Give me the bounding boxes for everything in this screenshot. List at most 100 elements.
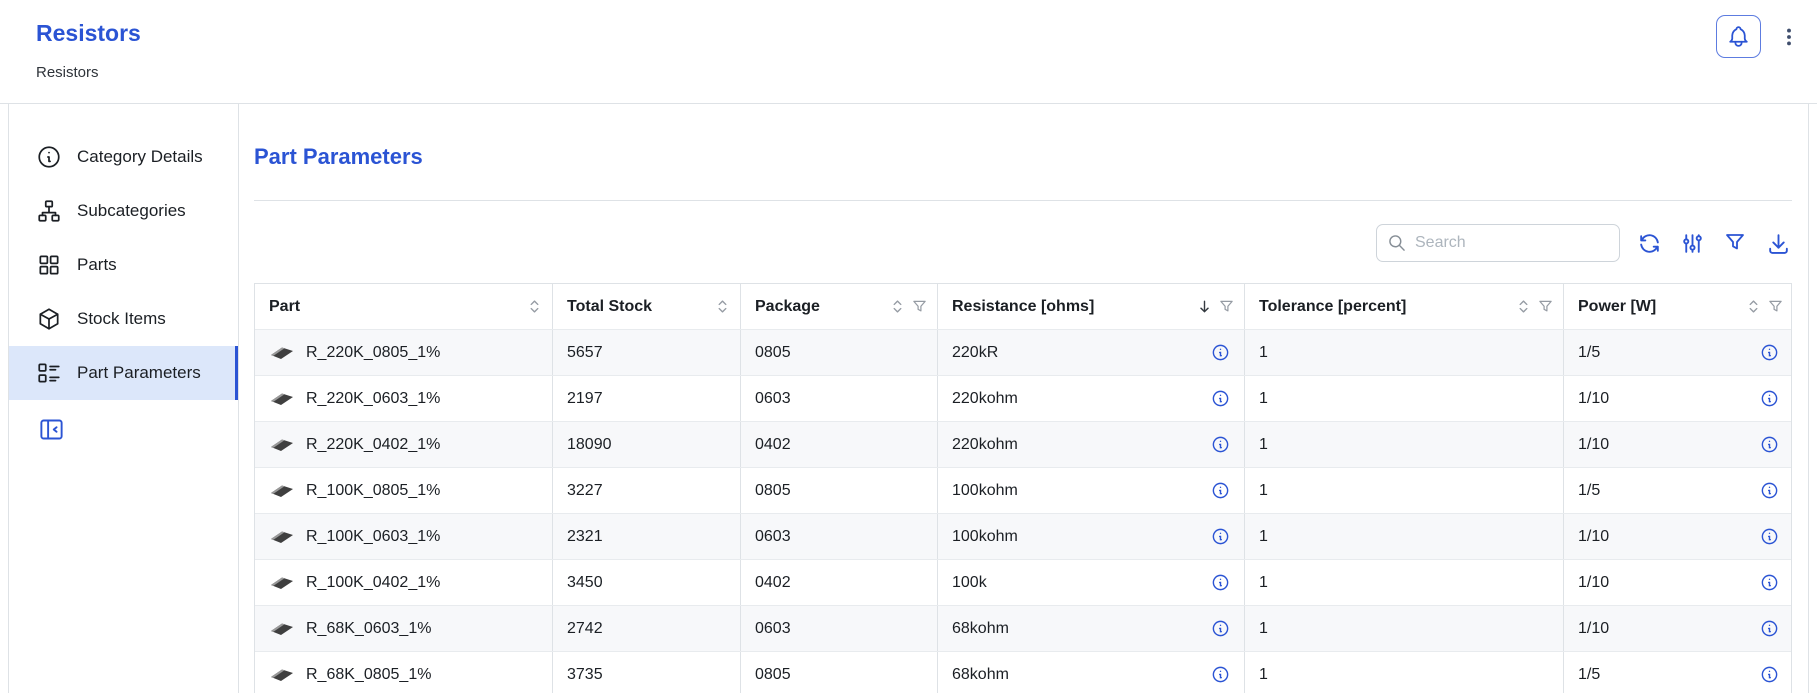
- sidebar-item-label: Subcategories: [77, 201, 186, 221]
- filter-icon: [1723, 231, 1747, 255]
- total-stock-cell: 18090: [553, 422, 741, 467]
- part-name: R_220K_0805_1%: [306, 344, 440, 362]
- package-cell: 0402: [741, 422, 938, 467]
- info-circle-icon[interactable]: [1211, 389, 1230, 408]
- part-thumbnail: [269, 666, 295, 684]
- info-circle-icon[interactable]: [1211, 619, 1230, 638]
- part-name: R_100K_0402_1%: [306, 574, 440, 592]
- table-row[interactable]: R_100K_0402_1% 3450 0402 100k 1 1/10: [255, 559, 1791, 605]
- table-row[interactable]: R_220K_0805_1% 5657 0805 220kR 1 1/5: [255, 329, 1791, 375]
- download-icon: [1766, 231, 1791, 256]
- sidebar-collapse-icon: [38, 416, 65, 443]
- sidebar-item-category-details[interactable]: Category Details: [9, 130, 238, 184]
- sidebar-collapse-button[interactable]: [38, 416, 65, 443]
- breadcrumb[interactable]: Resistors: [36, 64, 99, 81]
- info-circle-icon[interactable]: [1211, 527, 1230, 546]
- resistance-cell: 220kR: [938, 330, 1245, 375]
- info-circle-icon[interactable]: [1211, 665, 1230, 684]
- part-thumbnail: [269, 344, 295, 362]
- column-header-package[interactable]: Package: [741, 284, 938, 329]
- download-button[interactable]: [1764, 229, 1792, 257]
- table-row[interactable]: R_220K_0402_1% 18090 0402 220kohm 1 1/10: [255, 421, 1791, 467]
- total-stock-cell: 3227: [553, 468, 741, 513]
- info-circle-icon[interactable]: [1760, 665, 1779, 684]
- part-cell: R_100K_0805_1%: [255, 468, 553, 513]
- info-circle-icon[interactable]: [1760, 435, 1779, 454]
- filter-button[interactable]: [1721, 229, 1749, 257]
- power-cell: 1/10: [1564, 376, 1793, 421]
- column-header-power-w[interactable]: Power [W]: [1564, 284, 1793, 329]
- part-name: R_220K_0402_1%: [306, 436, 440, 454]
- table-row[interactable]: R_100K_0603_1% 2321 0603 100kohm 1 1/10: [255, 513, 1791, 559]
- total-stock-cell: 2321: [553, 514, 741, 559]
- notifications-button[interactable]: [1716, 15, 1761, 58]
- info-circle-icon[interactable]: [1760, 481, 1779, 500]
- info-circle-icon[interactable]: [1760, 389, 1779, 408]
- info-circle-icon[interactable]: [1760, 619, 1779, 638]
- sort-icon: [890, 299, 905, 314]
- column-label: Part: [269, 298, 520, 316]
- bell-icon: [1726, 24, 1751, 49]
- sidebar-item-subcategories[interactable]: Subcategories: [9, 184, 238, 238]
- package-cell: 0603: [741, 514, 938, 559]
- sort-icon: [1746, 299, 1761, 314]
- search-input[interactable]: [1415, 234, 1609, 252]
- refresh-button[interactable]: [1635, 229, 1663, 257]
- sort-icon: [1197, 299, 1212, 314]
- sort-icon: [527, 299, 542, 314]
- info-circle-icon[interactable]: [1760, 573, 1779, 592]
- part-name: R_220K_0603_1%: [306, 390, 440, 408]
- part-cell: R_220K_0603_1%: [255, 376, 553, 421]
- table-options-button[interactable]: [1678, 229, 1706, 257]
- total-stock-cell: 2742: [553, 606, 741, 651]
- content-area: Category Details Subcategories Parts Sto…: [8, 104, 1809, 693]
- column-label: Resistance [ohms]: [952, 298, 1190, 316]
- column-header-part[interactable]: Part: [255, 284, 553, 329]
- package-cell: 0402: [741, 560, 938, 605]
- resistance-cell: 220kohm: [938, 422, 1245, 467]
- main-panel: Part Parameters: [239, 104, 1808, 693]
- part-thumbnail: [269, 620, 295, 638]
- grid-icon: [36, 252, 62, 278]
- total-stock-cell: 5657: [553, 330, 741, 375]
- app-header: Resistors Resistors: [0, 0, 1817, 104]
- sidebar-item-stock-items[interactable]: Stock Items: [9, 292, 238, 346]
- info-circle-icon[interactable]: [1211, 343, 1230, 362]
- tolerance-cell: 1: [1245, 376, 1564, 421]
- power-cell: 1/10: [1564, 514, 1793, 559]
- table-row[interactable]: R_68K_0603_1% 2742 0603 68kohm 1 1/10: [255, 605, 1791, 651]
- column-header-tolerance-percent[interactable]: Tolerance [percent]: [1245, 284, 1564, 329]
- part-cell: R_220K_0402_1%: [255, 422, 553, 467]
- info-circle-icon[interactable]: [1211, 481, 1230, 500]
- sidebar-item-parts[interactable]: Parts: [9, 238, 238, 292]
- resistance-cell: 100k: [938, 560, 1245, 605]
- info-circle-icon[interactable]: [1211, 435, 1230, 454]
- power-cell: 1/10: [1564, 560, 1793, 605]
- part-thumbnail: [269, 482, 295, 500]
- column-filter-icon[interactable]: [1768, 299, 1783, 314]
- resistance-cell: 68kohm: [938, 652, 1245, 693]
- sort-icon: [1516, 299, 1531, 314]
- refresh-icon: [1637, 231, 1662, 256]
- column-filter-icon[interactable]: [1538, 299, 1553, 314]
- info-circle-icon[interactable]: [1211, 573, 1230, 592]
- table-row[interactable]: R_100K_0805_1% 3227 0805 100kohm 1 1/5: [255, 467, 1791, 513]
- info-circle-icon: [36, 144, 62, 170]
- resistance-cell: 220kohm: [938, 376, 1245, 421]
- column-filter-icon[interactable]: [1219, 299, 1234, 314]
- total-stock-cell: 2197: [553, 376, 741, 421]
- info-circle-icon[interactable]: [1760, 527, 1779, 546]
- power-cell: 1/5: [1564, 468, 1793, 513]
- table-row[interactable]: R_68K_0805_1% 3735 0805 68kohm 1 1/5: [255, 651, 1791, 693]
- column-filter-icon[interactable]: [912, 299, 927, 314]
- menu-button[interactable]: [1777, 23, 1801, 51]
- page-title: Resistors: [36, 20, 1817, 46]
- column-header-total-stock[interactable]: Total Stock: [553, 284, 741, 329]
- part-cell: R_68K_0805_1%: [255, 652, 553, 693]
- sidebar-item-part-parameters[interactable]: Part Parameters: [9, 346, 238, 400]
- info-circle-icon[interactable]: [1760, 343, 1779, 362]
- column-header-resistance-ohms[interactable]: Resistance [ohms]: [938, 284, 1245, 329]
- table-row[interactable]: R_220K_0603_1% 2197 0603 220kohm 1 1/10: [255, 375, 1791, 421]
- part-name: R_68K_0603_1%: [306, 620, 431, 638]
- sidebar: Category Details Subcategories Parts Sto…: [9, 104, 239, 693]
